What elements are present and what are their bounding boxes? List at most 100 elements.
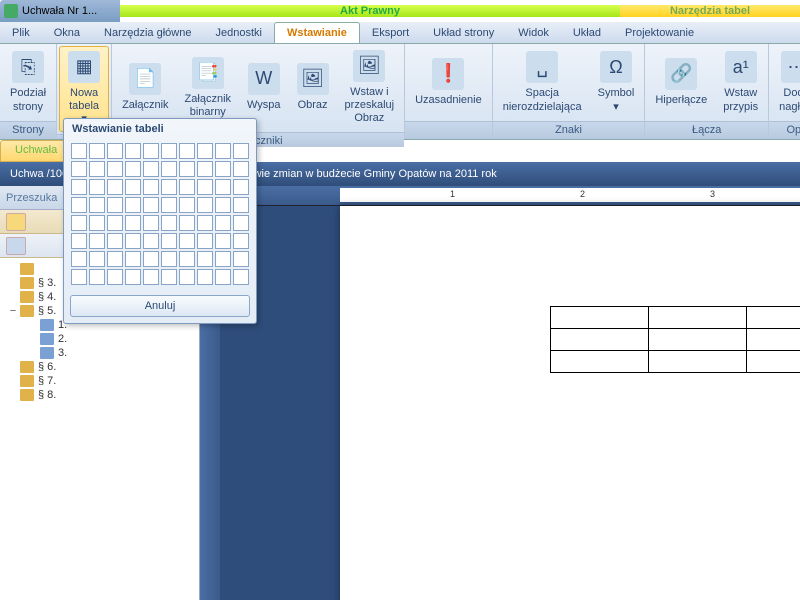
menu-plik[interactable]: Plik xyxy=(0,22,42,43)
grid-cell[interactable] xyxy=(89,233,105,249)
grid-cell[interactable] xyxy=(197,251,213,267)
table-cell[interactable] xyxy=(648,307,746,329)
grid-cell[interactable] xyxy=(125,143,141,159)
grid-cell[interactable] xyxy=(233,251,249,267)
grid-cell[interactable] xyxy=(89,197,105,213)
table-cell[interactable] xyxy=(551,329,649,351)
grid-cell[interactable] xyxy=(161,215,177,231)
menu-narzędzia-główne[interactable]: Narzędzia główne xyxy=(92,22,203,43)
ribbon-obraz[interactable]: 🖼Obraz xyxy=(289,59,337,116)
grid-cell[interactable] xyxy=(125,179,141,195)
grid-cell[interactable] xyxy=(215,179,231,195)
grid-cell[interactable] xyxy=(215,161,231,177)
ribbon-uzasadnienie[interactable]: ❗Uzasadnienie xyxy=(407,54,490,111)
grid-cell[interactable] xyxy=(71,215,87,231)
grid-cell[interactable] xyxy=(107,251,123,267)
ribbon-wstaw[interactable]: a¹Wstawprzypis xyxy=(715,47,766,117)
table-cell[interactable] xyxy=(648,351,746,373)
document-tab[interactable]: Uchwała xyxy=(0,140,72,162)
grid-cell[interactable] xyxy=(89,269,105,285)
menu-projektowanie[interactable]: Projektowanie xyxy=(613,22,706,43)
menu-eksport[interactable]: Eksport xyxy=(360,22,421,43)
grid-cell[interactable] xyxy=(161,179,177,195)
grid-cell[interactable] xyxy=(233,197,249,213)
grid-cell[interactable] xyxy=(143,233,159,249)
grid-cell[interactable] xyxy=(233,233,249,249)
grid-cell[interactable] xyxy=(107,215,123,231)
grid-cell[interactable] xyxy=(179,233,195,249)
grid-cell[interactable] xyxy=(197,233,213,249)
table-size-picker[interactable] xyxy=(64,139,256,289)
grid-cell[interactable] xyxy=(233,179,249,195)
table-cell[interactable] xyxy=(551,307,649,329)
outline-item[interactable]: § 6. xyxy=(2,360,197,374)
ribbon-hiperłącze[interactable]: 🔗Hiperłącze xyxy=(647,54,715,111)
table-cell[interactable] xyxy=(648,329,746,351)
grid-cell[interactable] xyxy=(107,233,123,249)
grid-cell[interactable] xyxy=(71,179,87,195)
outline-item[interactable]: § 7. xyxy=(2,374,197,388)
ribbon-wyspa[interactable]: WWyspa xyxy=(239,59,289,116)
grid-cell[interactable] xyxy=(161,197,177,213)
grid-cell[interactable] xyxy=(143,161,159,177)
grid-cell[interactable] xyxy=(233,161,249,177)
ribbon-wstaw-i[interactable]: 🖼Wstaw iprzeskaluj Obraz xyxy=(337,46,403,130)
grid-cell[interactable] xyxy=(89,143,105,159)
grid-cell[interactable] xyxy=(71,143,87,159)
outline-item[interactable]: 2. xyxy=(2,332,197,346)
grid-cell[interactable] xyxy=(107,179,123,195)
grid-cell[interactable] xyxy=(143,143,159,159)
ribbon-podział[interactable]: ⎘Podziałstrony xyxy=(2,47,54,117)
table-cell[interactable] xyxy=(746,329,800,351)
grid-cell[interactable] xyxy=(125,233,141,249)
menu-wstawianie[interactable]: Wstawianie xyxy=(274,22,360,43)
grid-cell[interactable] xyxy=(107,143,123,159)
grid-cell[interactable] xyxy=(89,179,105,195)
ribbon-załącznik[interactable]: 📄Załącznik xyxy=(114,59,176,116)
grid-cell[interactable] xyxy=(215,233,231,249)
menu-widok[interactable]: Widok xyxy=(506,22,561,43)
grid-cell[interactable] xyxy=(143,179,159,195)
grid-cell[interactable] xyxy=(107,269,123,285)
grid-cell[interactable] xyxy=(107,197,123,213)
table-cell[interactable] xyxy=(551,351,649,373)
grid-cell[interactable] xyxy=(179,269,195,285)
grid-cell[interactable] xyxy=(161,251,177,267)
expand-icon[interactable]: − xyxy=(8,305,18,317)
grid-cell[interactable] xyxy=(143,215,159,231)
grid-cell[interactable] xyxy=(215,251,231,267)
ribbon-symbol[interactable]: ΩSymbol▾ xyxy=(590,47,643,117)
table-cell[interactable] xyxy=(746,307,800,329)
grid-cell[interactable] xyxy=(197,215,213,231)
grid-cell[interactable] xyxy=(179,161,195,177)
grid-cell[interactable] xyxy=(197,197,213,213)
grid-cell[interactable] xyxy=(233,215,249,231)
grid-cell[interactable] xyxy=(71,251,87,267)
grid-cell[interactable] xyxy=(125,161,141,177)
grid-cell[interactable] xyxy=(89,215,105,231)
grid-cell[interactable] xyxy=(107,161,123,177)
grid-cell[interactable] xyxy=(161,269,177,285)
grid-cell[interactable] xyxy=(89,251,105,267)
grid-cell[interactable] xyxy=(179,215,195,231)
ribbon-spacja[interactable]: ␣Spacjanierozdzielająca xyxy=(495,47,590,117)
grid-cell[interactable] xyxy=(71,269,87,285)
grid-cell[interactable] xyxy=(125,215,141,231)
ribbon-doda[interactable]: ⋯Dodanagłów xyxy=(771,47,800,117)
pencil-icon[interactable] xyxy=(6,237,26,255)
grid-cell[interactable] xyxy=(179,251,195,267)
menu-jednostki[interactable]: Jednostki xyxy=(203,22,273,43)
grid-cell[interactable] xyxy=(125,197,141,213)
grid-cell[interactable] xyxy=(125,251,141,267)
grid-cell[interactable] xyxy=(71,233,87,249)
grid-cell[interactable] xyxy=(179,197,195,213)
ruler-horizontal[interactable]: 1234 xyxy=(200,186,800,206)
grid-cell[interactable] xyxy=(233,143,249,159)
grid-cell[interactable] xyxy=(71,197,87,213)
outline-item[interactable]: § 8. xyxy=(2,388,197,402)
grid-cell[interactable] xyxy=(89,161,105,177)
inserted-table[interactable] xyxy=(550,306,800,373)
grid-cell[interactable] xyxy=(143,197,159,213)
grid-cell[interactable] xyxy=(215,215,231,231)
grid-cell[interactable] xyxy=(71,161,87,177)
